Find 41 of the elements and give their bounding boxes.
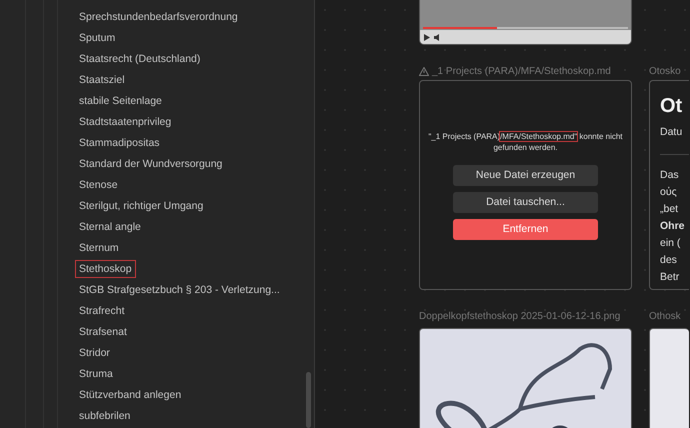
file-list-item[interactable]: Sputum (76, 30, 118, 46)
file-list-item[interactable]: Sternal angle (76, 218, 144, 234)
scrollbar-thumb[interactable] (306, 372, 311, 428)
file-list-item[interactable]: Staatsrecht (Deutschland) (76, 50, 204, 66)
card-title: _1 Projects (PARA)/MFA/Stethoskop.md (432, 66, 611, 76)
file-list-item[interactable]: Sternum (76, 240, 122, 256)
video-player[interactable] (419, 0, 632, 45)
note-text: οὐς (660, 185, 678, 200)
file-list-item[interactable]: Sterilgut, richtiger Umgang (76, 198, 206, 214)
card-title: Doppelkopfstethoskop 2025-01-06-12-16.png (419, 310, 620, 322)
note-text: Betr (660, 270, 680, 285)
file-list-item[interactable]: Stützverband anlegen (76, 386, 184, 402)
file-list-item[interactable]: Strafsenat (76, 324, 130, 340)
error-message: "_1 Projects (PARA)/MFA/Stethoskop.md" konnte nicht gefunden werden. (427, 130, 624, 152)
play-icon[interactable] (424, 34, 430, 40)
file-list-item[interactable]: Staatsziel (76, 72, 128, 88)
warning-icon (419, 66, 429, 76)
file-list-item[interactable]: subfebrilen (76, 408, 134, 424)
file-list-item[interactable]: Stammadipositas (76, 134, 163, 150)
card-title: Othosk (649, 310, 681, 322)
file-list-item[interactable]: StGB Strafgesetzbuch § 203 - Verletzung... (76, 282, 283, 298)
file-list-item[interactable]: Standard der Wundversorgung (76, 156, 226, 172)
note-text: Ohre (660, 219, 686, 234)
note-text: „bet (660, 202, 680, 217)
file-list-item[interactable]: Sprechstundenbedarfsverordnung (76, 8, 241, 24)
note-text: ein ( (660, 236, 682, 251)
file-list-item[interactable]: Stadtstaatenprivileg (76, 114, 174, 130)
file-list-item[interactable]: Struma (76, 366, 116, 382)
file-list-item[interactable]: Stenose (76, 176, 121, 192)
file-list-item[interactable]: Stethoskop (76, 260, 135, 276)
note-meta: Datu (660, 126, 684, 138)
note-text: Das (660, 168, 680, 183)
note-text: des (660, 253, 678, 268)
file-list-item[interactable]: stabile Seitenlage (76, 92, 165, 108)
note-heading: Ot (660, 95, 684, 118)
file-action-button[interactable]: Neue Datei erzeugen (453, 164, 598, 186)
volume-icon[interactable] (434, 34, 441, 40)
file-list-item[interactable]: Stridor (76, 344, 113, 360)
card-title: Otosko (649, 66, 681, 76)
file-list-item[interactable]: Strafrecht (76, 302, 128, 318)
file-action-button[interactable]: Datei tauschen... (453, 192, 598, 212)
